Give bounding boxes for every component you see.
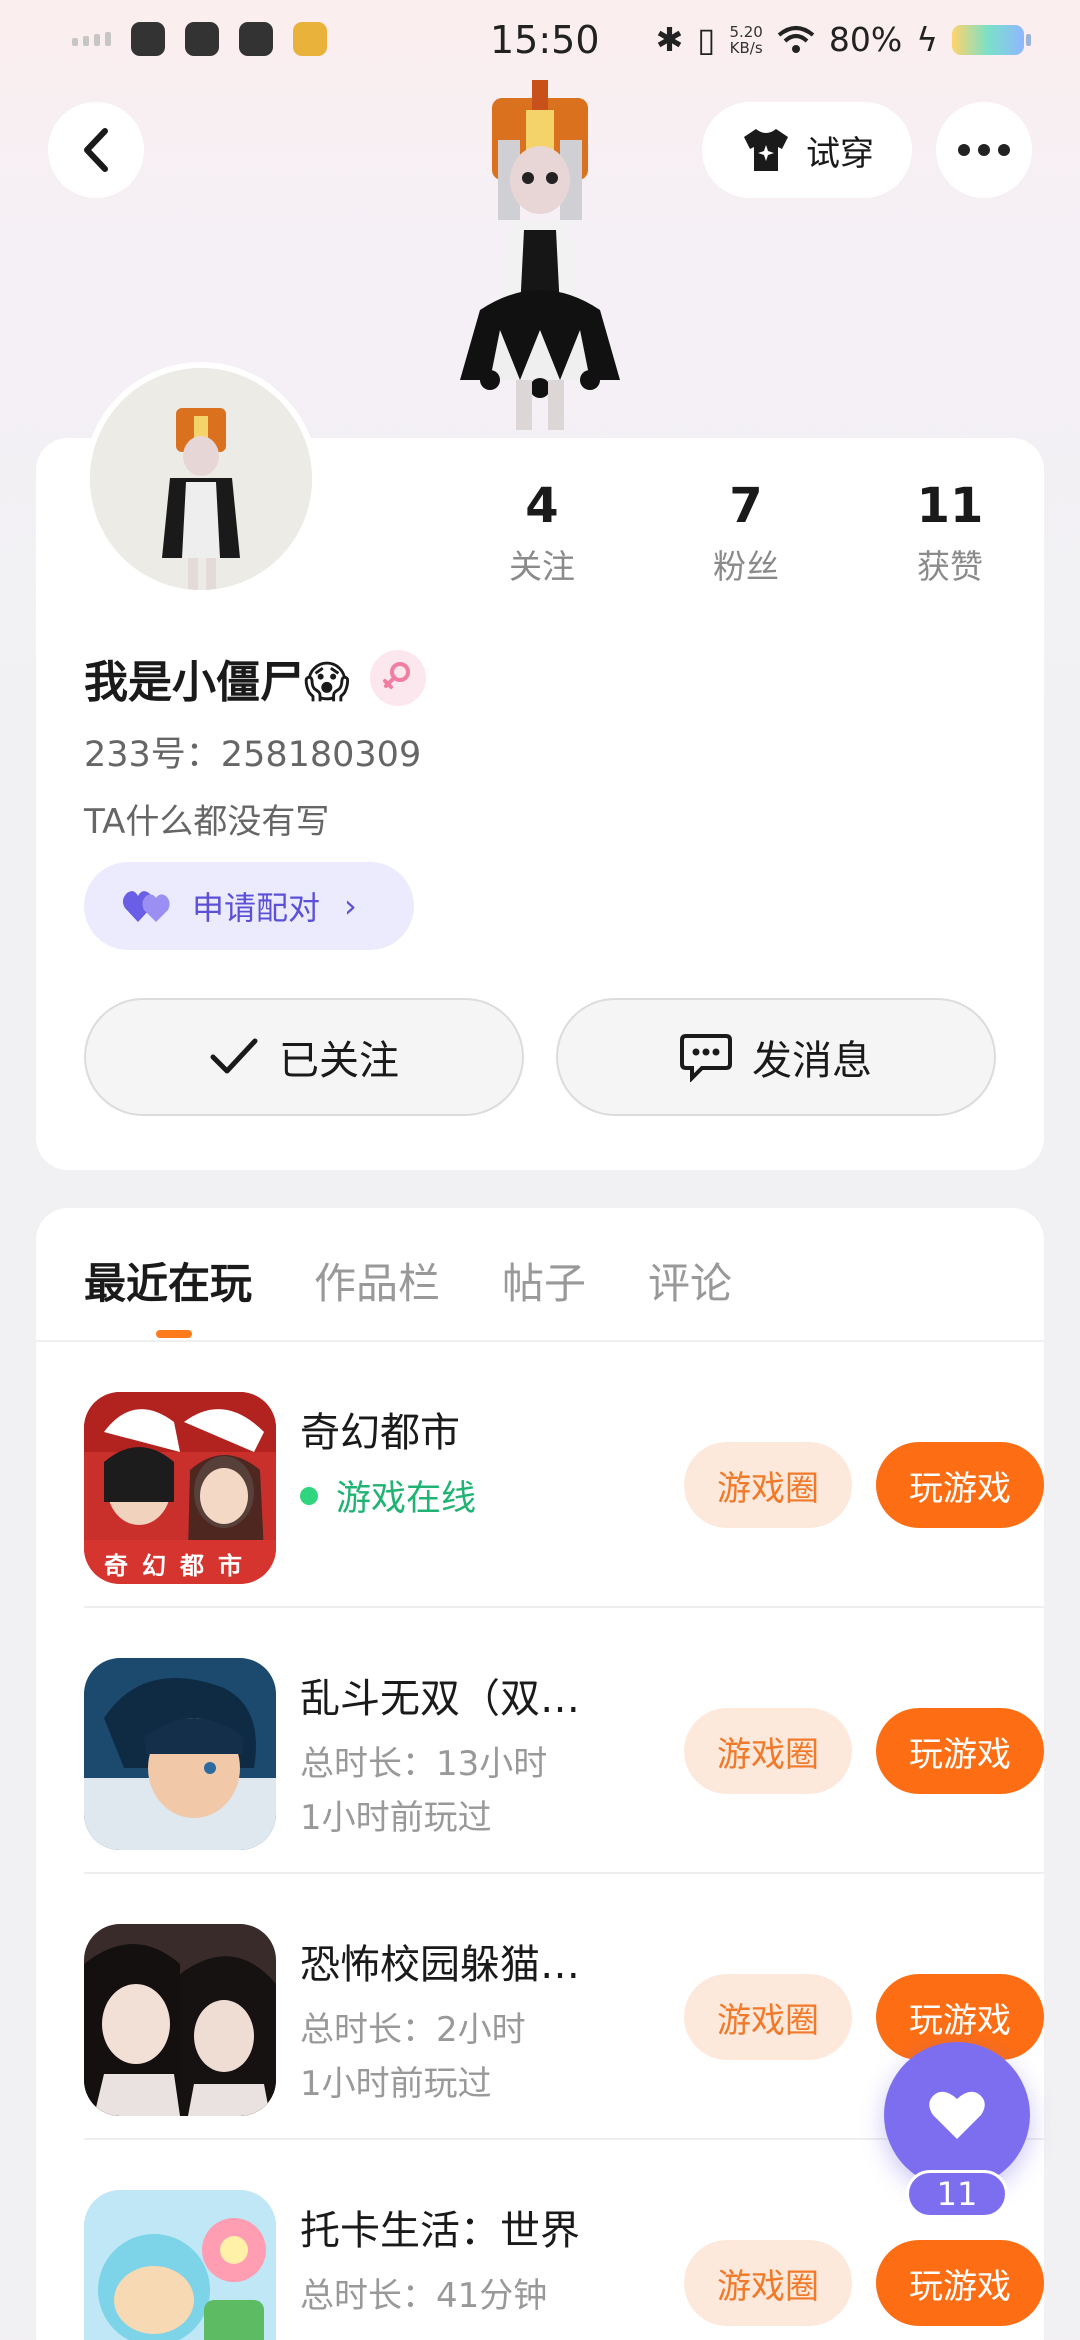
stat-following[interactable]: 4 关注 [440, 478, 644, 588]
online-status: 游戏在线 [300, 1470, 476, 1521]
tab-posts[interactable]: 帖子 [502, 1250, 586, 1311]
message-label: 发消息 [752, 1038, 872, 1084]
wifi-icon [777, 25, 815, 53]
chevron-left-icon [84, 128, 108, 172]
notification-app-icon [293, 22, 327, 56]
female-icon [369, 650, 426, 706]
signal-icon [72, 32, 111, 46]
stat-likes[interactable]: 11 获赞 [848, 478, 1052, 588]
like-count-badge: 11 [906, 2170, 1008, 2218]
battery-percent: 80% [828, 20, 903, 59]
game-duration: 总时长：2小时 [300, 2010, 526, 2050]
vibrate-icon: ▯ [697, 20, 716, 59]
battery-icon [952, 24, 1031, 55]
pair-request-button[interactable]: 申请配对 › [84, 862, 414, 950]
game-last-played: 1小时前玩过 [300, 2064, 492, 2104]
notification-app-icon [239, 22, 273, 56]
user-id: 233号：258180309 [84, 735, 422, 775]
notification-app-icon [185, 22, 219, 56]
play-game-button[interactable]: 玩游戏 [876, 1442, 1044, 1528]
status-right: ✱ ▯ 5.20 KB/s 80% ϟ [655, 20, 1031, 59]
game-name: 乱斗无双（双… [300, 1676, 580, 1722]
nickname: 我是小僵尸😱 [84, 657, 350, 708]
status-bar: 15:50 ✱ ▯ 5.20 KB/s 80% ϟ [0, 0, 1080, 84]
more-icon [958, 144, 1010, 156]
net-speed: 5.20 KB/s [729, 22, 763, 57]
game-icon-brawl[interactable] [84, 1658, 276, 1850]
game-icon-fantasy-city[interactable]: 奇幻都市 [84, 1392, 276, 1584]
try-on-button[interactable]: 试穿 [702, 102, 912, 198]
game-circle-button[interactable]: 游戏圈 [684, 1442, 852, 1528]
play-game-button[interactable]: 玩游戏 [876, 1708, 1044, 1794]
profile-stats: 4 关注 7 粉丝 11 获赞 [440, 478, 1052, 588]
notification-app-icon [131, 22, 165, 56]
tab-works[interactable]: 作品栏 [314, 1250, 440, 1311]
send-message-button[interactable]: 发消息 [556, 998, 996, 1116]
checkmark-icon [210, 1038, 258, 1074]
game-circle-button[interactable]: 游戏圈 [684, 1974, 852, 2060]
tshirt-icon [744, 129, 788, 171]
user-bio: TA什么都没有写 [84, 802, 330, 842]
game-icon-horror-school[interactable] [84, 1924, 276, 2116]
tab-comments[interactable]: 评论 [648, 1250, 732, 1311]
game-name: 恐怖校园躲猫… [300, 1942, 580, 1988]
chevron-right-icon: › [344, 887, 357, 925]
game-icon-toca-life[interactable] [84, 2190, 276, 2340]
chat-bubble-icon [680, 1034, 732, 1082]
bluetooth-icon: ✱ [655, 20, 684, 59]
recent-games-card: 最近在玩 作品栏 帖子 评论 奇幻都市 奇幻都市 游戏在线 游戏圈 玩游戏 乱斗… [36, 1208, 1044, 2340]
game-circle-button[interactable]: 游戏圈 [684, 2240, 852, 2326]
profile-tabs: 最近在玩 作品栏 帖子 评论 [84, 1250, 732, 1311]
active-tab-indicator [156, 1330, 192, 1338]
game-duration: 总时长：13小时 [300, 1744, 548, 1784]
charging-icon: ϟ [916, 20, 938, 59]
game-row[interactable]: 乱斗无双（双… 总时长：13小时 1小时前玩过 游戏圈 玩游戏 [84, 1608, 1044, 1874]
more-options-button[interactable] [936, 102, 1032, 198]
try-on-label: 试穿 [806, 133, 874, 174]
game-last-played: 1小时前玩过 [300, 1798, 492, 1838]
heart-icon [929, 2091, 985, 2139]
play-game-button[interactable]: 玩游戏 [876, 2240, 1044, 2326]
game-circle-button[interactable]: 游戏圈 [684, 1708, 852, 1794]
game-name: 奇幻都市 [300, 1410, 460, 1456]
tab-recently-played[interactable]: 最近在玩 [84, 1250, 252, 1311]
game-row[interactable]: 奇幻都市 奇幻都市 游戏在线 游戏圈 玩游戏 [84, 1342, 1044, 1608]
status-time: 15:50 [490, 18, 600, 62]
nickname-row: 我是小僵尸😱 [84, 646, 426, 710]
avatar[interactable] [84, 362, 318, 596]
avatar-character-image [460, 80, 620, 430]
game-name: 托卡生活：世界 [300, 2208, 580, 2254]
game-row[interactable]: 托卡生活：世界 总时长：41分钟 游戏圈 玩游戏 [84, 2140, 1044, 2340]
online-dot-icon [300, 1486, 318, 1505]
following-button[interactable]: 已关注 [84, 998, 524, 1116]
like-button[interactable] [884, 2042, 1030, 2188]
game-icon-caption: 奇幻都市 [104, 1552, 256, 1580]
avatar-image [90, 368, 312, 590]
game-duration: 总时长：41分钟 [300, 2276, 548, 2316]
pair-label: 申请配对 [192, 889, 321, 927]
heart-pair-icon [122, 891, 170, 922]
following-label: 已关注 [279, 1038, 399, 1084]
status-left [72, 22, 327, 56]
stat-fans[interactable]: 7 粉丝 [644, 478, 848, 588]
back-button[interactable] [48, 102, 144, 198]
